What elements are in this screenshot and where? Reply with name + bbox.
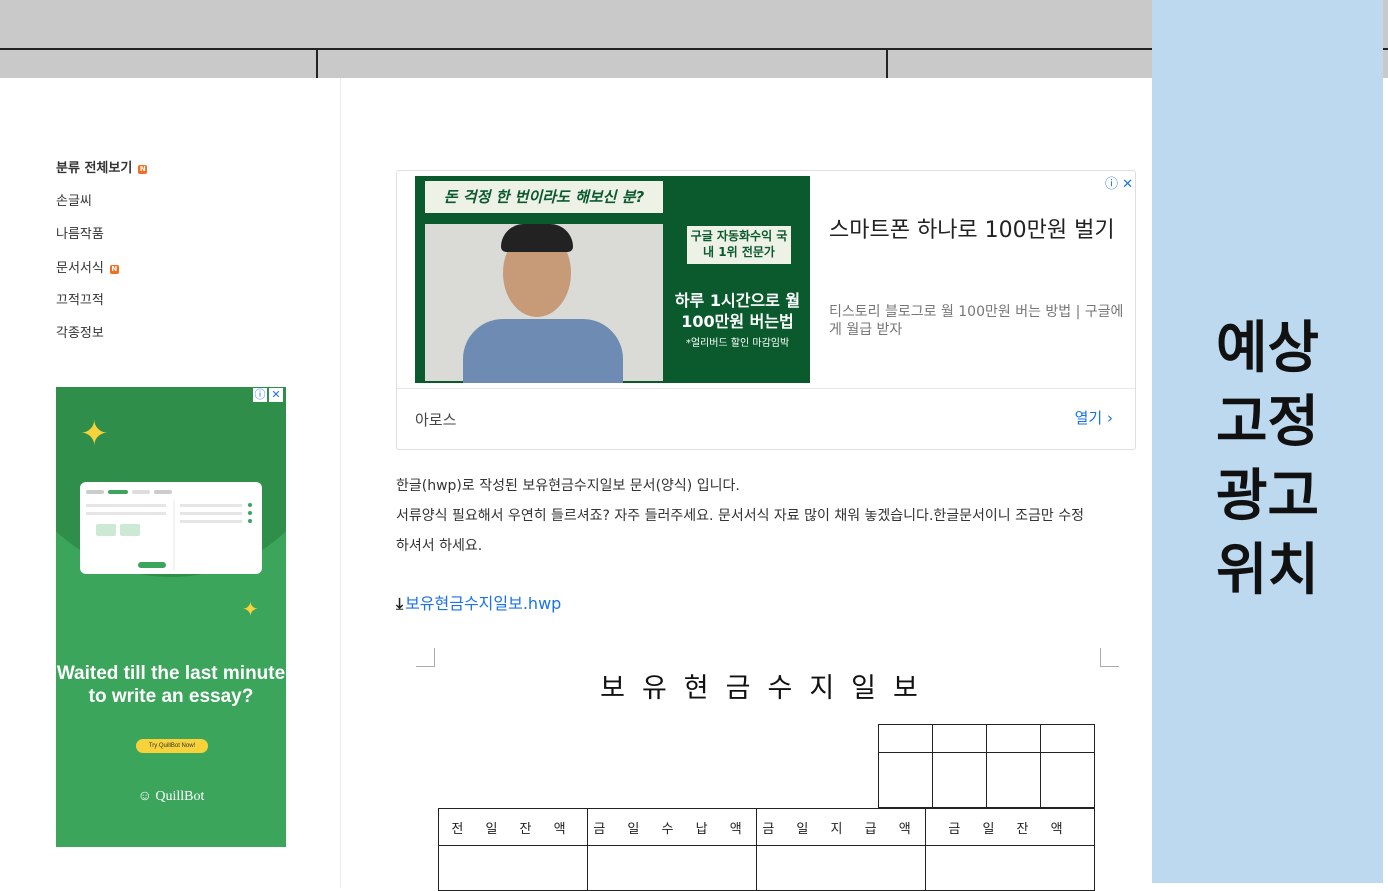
approval-box [878, 724, 1095, 808]
crop-mark [1100, 648, 1119, 667]
article-paragraph: 하셔서 하세요. [396, 538, 483, 554]
adchoices[interactable]: ⓘ ✕ [253, 388, 283, 402]
table-divider [886, 48, 888, 78]
article-paragraph: 서류양식 필요해서 우연히 들르셔죠? 자주 들러주세요. 문서서식 자료 많이… [396, 508, 1084, 524]
quillbot-logo: ☺ QuillBot [137, 789, 205, 804]
ad-image[interactable]: 돈 걱정 한 번이라도 해보신 분? 구글 자동화수익 국내 1위 전문가 하루… [415, 176, 810, 383]
sidebar-item-scribbles[interactable]: 끄적끄적 [56, 293, 104, 309]
adchoices[interactable]: ⓘ ✕ [1105, 173, 1133, 192]
new-badge: N [138, 165, 148, 174]
divider [397, 388, 1135, 389]
sidebar-item-info[interactable]: 각종정보 [56, 326, 104, 342]
person-hair [501, 224, 573, 252]
editor-illustration [86, 490, 252, 570]
ad-illustration-card [80, 482, 262, 574]
ad-title[interactable]: 스마트폰 하나로 100만원 벌기 [829, 216, 1119, 246]
close-icon[interactable]: ✕ [269, 388, 283, 402]
ad-photo [425, 224, 663, 383]
sidebar-item-document-forms[interactable]: 문서서식 N [56, 261, 119, 277]
fixed-ad-placeholder: 예상 고정 광고 위치 [1152, 0, 1383, 883]
ad-headline: Waited till the last minute to write an … [56, 663, 286, 707]
robot-icon: ☺ [137, 789, 152, 804]
cash-table: 전 일 잔 액 금 일 수 납 액 금 일 지 급 액 금 일 잔 액 [438, 808, 1095, 891]
table-header: 금 일 지 급 액 [756, 808, 926, 846]
ad-image-note: *얼리버드 할인 마감임박 [685, 338, 790, 349]
document-preview: 보유현금수지일보 전 일 잔 액 금 일 수 납 액 금 일 지 급 액 금 일… [416, 648, 1119, 891]
document-title: 보유현금수지일보 [600, 673, 935, 704]
crop-mark [416, 648, 435, 667]
table-divider [316, 48, 318, 78]
responsive-ad[interactable]: ⓘ ✕ 돈 걱정 한 번이라도 해보신 분? 구글 자동화수익 국내 1위 전문… [396, 170, 1136, 450]
ad-image-banner: 돈 걱정 한 번이라도 해보신 분? [425, 181, 663, 213]
sidebar-item-works[interactable]: 나름작품 [56, 227, 104, 243]
new-badge: N [109, 265, 119, 274]
article-paragraph: 한글(hwp)로 작성된 보유현금수지일보 문서(양식) 입니다. [396, 478, 740, 494]
ad-image-label: 구글 자동화수익 국내 1위 전문가 [687, 226, 791, 264]
blog-page: 분류 전체보기 N 손글씨 나름작품 문서서식 N 끄적끄적 각종정보 ⓘ ✕ ✦ [0, 78, 1152, 891]
table-header: 금 일 잔 액 [925, 808, 1095, 846]
main-content: ⓘ ✕ 돈 걱정 한 번이라도 해보신 분? 구글 자동화수익 국내 1위 전문… [396, 78, 1136, 891]
sparkle-icon: ✦ [80, 414, 109, 454]
ad-image-headline: 하루 1시간으로 월 100만원 버는법 [674, 291, 801, 331]
download-icon: ⤓ [396, 594, 404, 613]
info-icon[interactable]: ⓘ [253, 388, 267, 402]
chevron-right-icon: › [1107, 409, 1113, 427]
person-shirt [463, 319, 623, 383]
ad-open-button[interactable]: 열기 › [1075, 407, 1113, 428]
table-header: 전 일 잔 액 [438, 808, 588, 846]
sparkle-icon: ✦ [242, 597, 259, 621]
ad-cta-button[interactable]: Try QuillBot Now! [136, 739, 208, 753]
sidebar: 분류 전체보기 N 손글씨 나름작품 문서서식 N 끄적끄적 각종정보 ⓘ ✕ ✦ [0, 78, 341, 887]
quillbot-ad[interactable]: ⓘ ✕ ✦ ✦ Waited till the last minute to w… [56, 387, 286, 847]
sidebar-item-all[interactable]: 분류 전체보기 N [56, 161, 148, 177]
sidebar-item-handwriting[interactable]: 손글씨 [56, 194, 92, 210]
ad-description: 티스토리 블로그로 월 100만원 버는 방법 | 구글에게 월급 받자 [829, 304, 1124, 338]
file-download-link[interactable]: ⤓ 보유현금수지일보.hwp [396, 590, 561, 614]
table-header: 금 일 수 납 액 [587, 808, 757, 846]
ad-advertiser: 아로스 [415, 411, 457, 429]
placeholder-text: 예상 고정 광고 위치 [1215, 316, 1320, 603]
